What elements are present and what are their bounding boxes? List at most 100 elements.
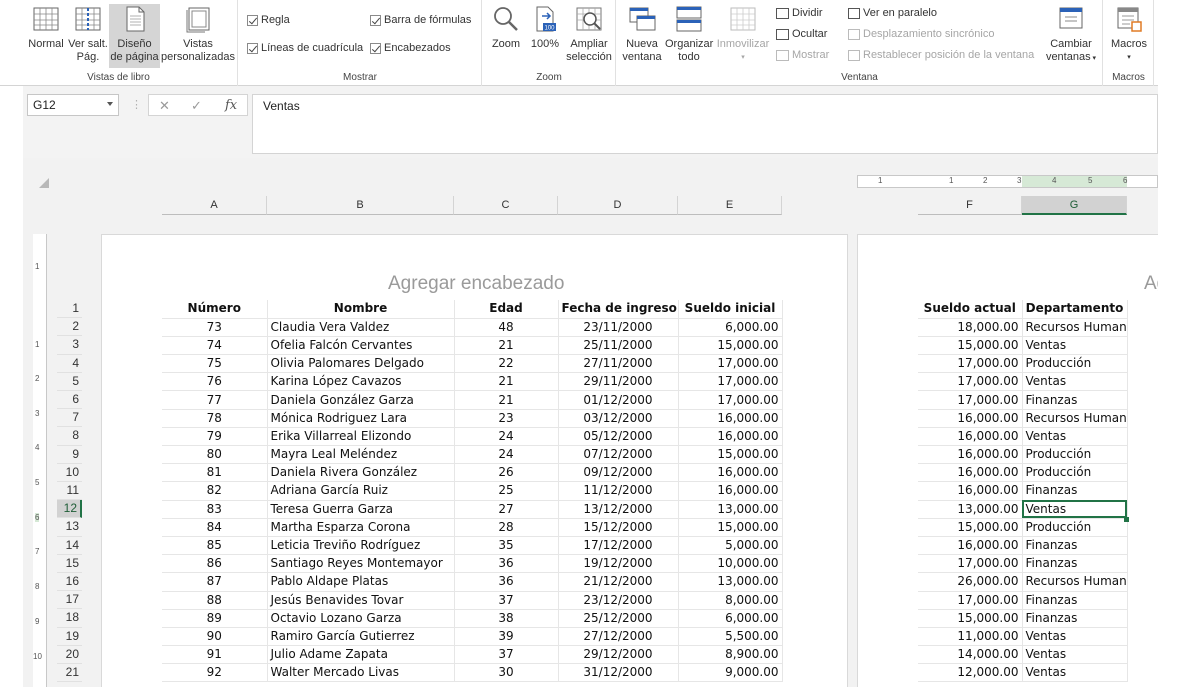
cancel-icon[interactable]: ✕	[159, 98, 170, 114]
normal-view-button[interactable]: Normal	[26, 4, 66, 51]
table-cell[interactable]: 07/12/2000	[558, 445, 679, 465]
table-cell[interactable]: 73	[162, 318, 268, 337]
table-cell[interactable]: Santiago Reyes Montemayor	[267, 554, 455, 574]
table-cell[interactable]: Ventas	[1022, 336, 1128, 356]
table-cell[interactable]: 25/12/2000	[558, 609, 679, 628]
table-cell[interactable]: Octavio Lozano Garza	[267, 609, 455, 628]
table-cell[interactable]: Recursos Humanos	[1022, 318, 1128, 337]
table-cell[interactable]: Producción	[1022, 518, 1128, 537]
header-cell[interactable]: Sueldo inicial	[678, 300, 783, 319]
table-cell[interactable]: Olivia Palomares Delgado	[267, 354, 455, 374]
table-cell[interactable]: 15,000.00	[678, 336, 783, 356]
new-window-button[interactable]: Nueva ventana	[620, 4, 664, 64]
table-cell[interactable]: 19/12/2000	[558, 554, 679, 574]
macros-button[interactable]: Macros ▾	[1107, 4, 1151, 64]
table-cell[interactable]: 23/12/2000	[558, 591, 679, 610]
table-cell[interactable]: 16,000.00	[678, 463, 783, 483]
table-cell[interactable]: Martha Esparza Corona	[267, 518, 455, 537]
table-cell[interactable]: 83	[162, 500, 268, 519]
table-cell[interactable]: Recursos Humanos	[1022, 409, 1128, 428]
gridlines-checkbox[interactable]: Líneas de cuadrícula	[247, 42, 363, 54]
table-cell[interactable]: 79	[162, 427, 268, 447]
table-cell[interactable]: 28	[454, 518, 559, 537]
table-cell[interactable]: 12,000.00	[918, 663, 1023, 683]
table-cell[interactable]: 17,000.00	[918, 390, 1023, 410]
row-header[interactable]: 19	[57, 628, 82, 646]
table-cell[interactable]: 11,000.00	[918, 627, 1023, 647]
split-button[interactable]: Dividir	[776, 7, 823, 19]
table-cell[interactable]: 24	[454, 427, 559, 447]
table-cell[interactable]: 16,000.00	[678, 481, 783, 501]
table-cell[interactable]: 17,000.00	[918, 554, 1023, 574]
table-cell[interactable]: 16,000.00	[918, 409, 1023, 428]
table-cell[interactable]: 86	[162, 554, 268, 574]
table-cell[interactable]: 90	[162, 627, 268, 647]
row-header[interactable]: 14	[57, 537, 82, 555]
row-header[interactable]: 13	[57, 518, 82, 537]
table-cell[interactable]: 16,000.00	[678, 427, 783, 447]
table-cell[interactable]: 27/12/2000	[558, 627, 679, 647]
table-cell[interactable]: 88	[162, 591, 268, 610]
table-cell[interactable]: 11/12/2000	[558, 481, 679, 501]
column-header-e[interactable]: E	[678, 196, 782, 215]
table-cell[interactable]: 8,900.00	[678, 645, 783, 665]
select-all-corner-icon[interactable]	[39, 178, 49, 188]
table-cell[interactable]: 16,000.00	[918, 536, 1023, 556]
row-header[interactable]: 18	[57, 609, 82, 628]
table-cell[interactable]: 16,000.00	[678, 409, 783, 428]
table-cell[interactable]: Teresa Guerra Garza	[267, 500, 455, 519]
page-break-view-button[interactable]: Ver salt. Pág.	[67, 4, 109, 64]
table-cell[interactable]: Producción	[1022, 463, 1128, 483]
table-cell[interactable]: 21	[454, 372, 559, 392]
table-cell[interactable]: 17/12/2000	[558, 536, 679, 556]
horizontal-ruler[interactable]: 1 1 2 3 4 5 6	[857, 175, 1158, 188]
table-cell[interactable]: 25/11/2000	[558, 336, 679, 356]
table-cell[interactable]: 74	[162, 336, 268, 356]
table-cell[interactable]: Jesús Benavides Tovar	[267, 591, 455, 610]
formula-bar-grip-icon[interactable]: ⋮	[131, 98, 142, 111]
table-cell[interactable]: 38	[454, 609, 559, 628]
row-header[interactable]: 21	[57, 664, 82, 683]
name-box-dropdown-icon[interactable]	[107, 102, 113, 106]
zoom-100-button[interactable]: 100 100%	[527, 4, 563, 51]
table-cell[interactable]: 9,000.00	[678, 663, 783, 683]
table-cell[interactable]: 13/12/2000	[558, 500, 679, 519]
row-header[interactable]: 11	[57, 482, 82, 501]
table-cell[interactable]: Pablo Aldape Platas	[267, 572, 455, 592]
table-cell[interactable]: Daniela Rivera González	[267, 463, 455, 483]
table-cell[interactable]: 17,000.00	[678, 390, 783, 410]
reset-position-button[interactable]: Restablecer posición de la ventana	[848, 49, 1034, 61]
table-cell[interactable]: 80	[162, 445, 268, 465]
header-cell[interactable]: Fecha de ingreso	[558, 300, 679, 319]
arrange-all-button[interactable]: Organizar todo	[665, 4, 713, 64]
table-cell[interactable]: 27	[454, 500, 559, 519]
row-header[interactable]: 9	[57, 446, 82, 464]
table-cell[interactable]: Ventas	[1022, 627, 1128, 647]
switch-windows-button[interactable]: Cambiar ventanas ▾	[1042, 4, 1100, 65]
table-cell[interactable]: 15,000.00	[918, 609, 1023, 628]
table-cell[interactable]: Ventas	[1022, 663, 1128, 683]
header-cell[interactable]: Sueldo actual	[918, 300, 1023, 319]
table-cell[interactable]: 36	[454, 572, 559, 592]
table-cell[interactable]: 17,000.00	[678, 372, 783, 392]
table-cell[interactable]: 48	[454, 318, 559, 337]
header-placeholder[interactable]: Agregar encabezado	[388, 273, 564, 295]
custom-views-button[interactable]: Vistas personalizadas	[161, 4, 235, 64]
table-cell[interactable]: 13,000.00	[678, 572, 783, 592]
column-header-d[interactable]: D	[558, 196, 678, 215]
row-header[interactable]: 4	[57, 355, 82, 373]
header-cell[interactable]: Nombre	[267, 300, 455, 319]
table-cell[interactable]: 76	[162, 372, 268, 392]
row-header[interactable]: 10	[57, 464, 82, 482]
table-cell[interactable]: 31/12/2000	[558, 663, 679, 683]
table-cell[interactable]: Ventas	[1022, 427, 1128, 447]
table-cell[interactable]: 09/12/2000	[558, 463, 679, 483]
table-cell[interactable]: 21/12/2000	[558, 572, 679, 592]
table-cell[interactable]: 24	[454, 445, 559, 465]
table-cell[interactable]: 35	[454, 536, 559, 556]
table-cell[interactable]: Mayra Leal Meléndez	[267, 445, 455, 465]
table-cell[interactable]: 16,000.00	[918, 463, 1023, 483]
zoom-selection-button[interactable]: Ampliar selección	[565, 4, 613, 64]
table-cell[interactable]: 17,000.00	[678, 354, 783, 374]
table-cell[interactable]: 16,000.00	[918, 481, 1023, 501]
